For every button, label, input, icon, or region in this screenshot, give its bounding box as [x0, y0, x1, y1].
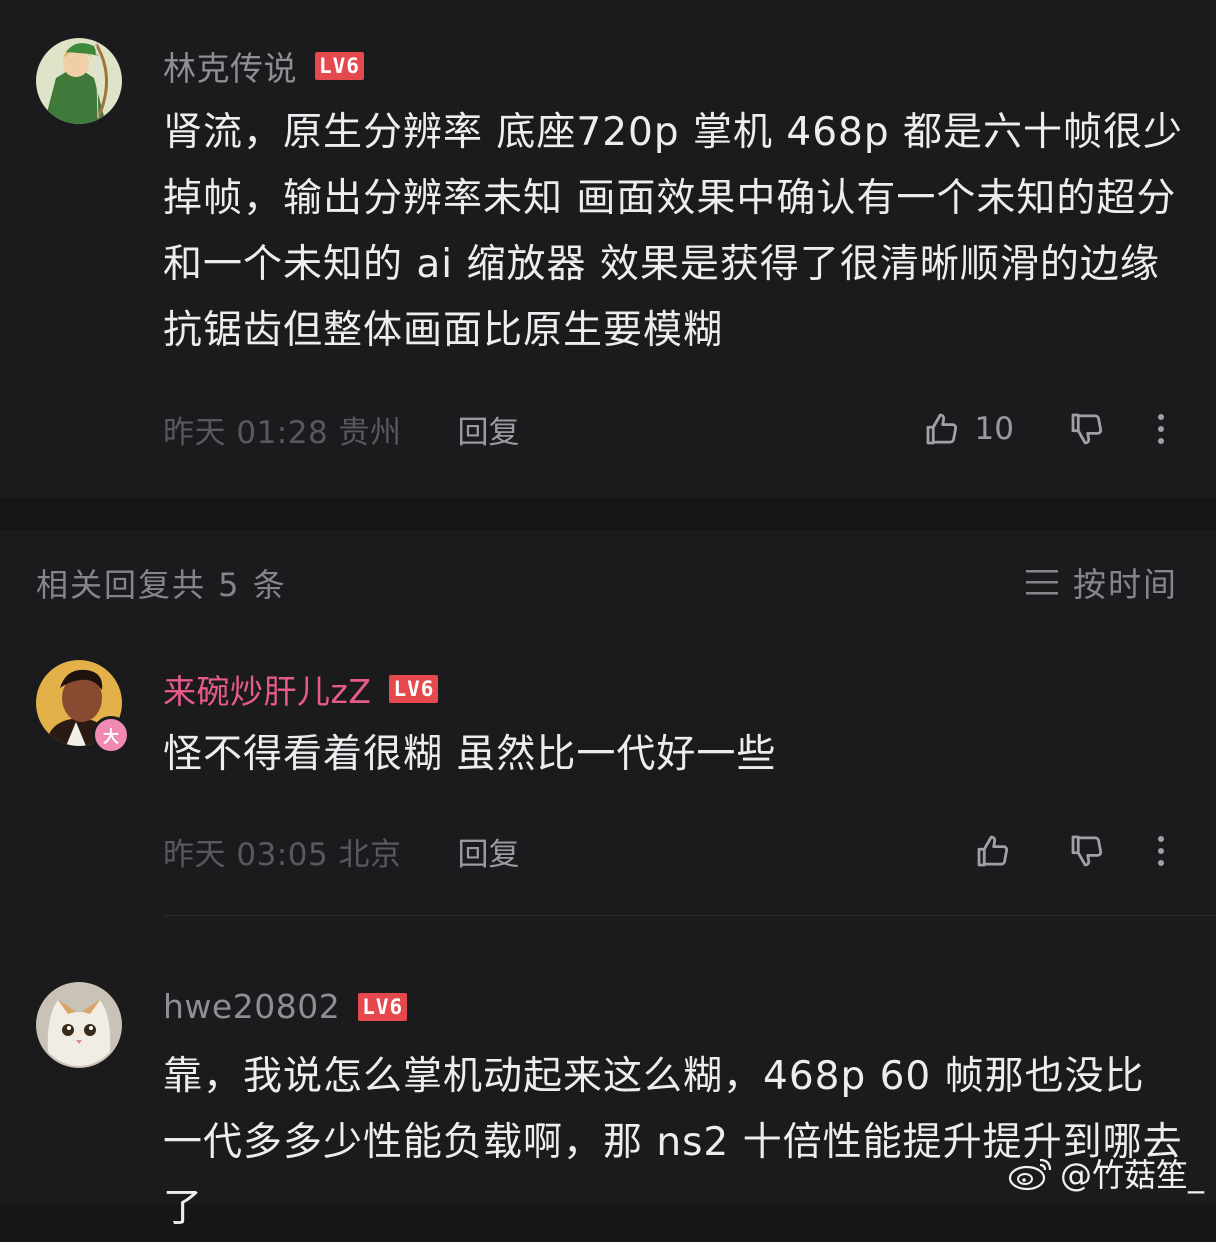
user-avatar[interactable]	[36, 38, 122, 124]
like-button[interactable]	[972, 830, 1014, 872]
like-button[interactable]: 10	[921, 408, 1014, 450]
vip-badge: 大	[92, 716, 130, 754]
reply-username[interactable]: hwe20802	[163, 987, 340, 1026]
comment-actions: 10	[921, 406, 1216, 452]
reply-button[interactable]: 回复	[458, 407, 520, 452]
sort-label: 按时间	[1073, 565, 1178, 604]
dislike-button[interactable]	[1066, 408, 1108, 450]
cat-avatar-icon	[36, 982, 122, 1068]
main-comment-card: 林克传说 LV6 肾流，原生分辨率 底座720p 掌机 468p 都是六十帧很少…	[0, 0, 1216, 498]
more-button[interactable]	[1156, 833, 1166, 869]
user-row: 林克传说 LV6	[163, 42, 364, 90]
more-vertical-icon	[1158, 836, 1164, 866]
reply-user-row: hwe20802 LV6	[163, 987, 408, 1026]
menu-icon	[1026, 570, 1058, 595]
watermark-text: @竹菇笙_	[1059, 1156, 1204, 1194]
thumbs-up-icon	[977, 835, 1009, 867]
reply-meta: 昨天 03:05 北京 回复	[163, 828, 520, 874]
username[interactable]: 林克传说	[163, 42, 297, 90]
replies-section: 相关回复共 5 条 按时间 大 来碗炒肝儿zZ LV6 怪不得看着很糊 虽然比一…	[0, 530, 1216, 1231]
more-vertical-icon	[1158, 414, 1164, 444]
weibo-logo-icon	[1008, 1158, 1052, 1191]
more-button[interactable]	[1156, 411, 1166, 447]
level-badge: LV6	[389, 675, 439, 703]
reply-text: 怪不得看着很糊 虽然比一代好一些	[163, 732, 777, 777]
level-badge: LV6	[358, 992, 408, 1021]
reply-actions	[972, 828, 1216, 874]
like-count: 10	[974, 411, 1014, 447]
comment-meta: 昨天 01:28 贵州 回复	[163, 406, 520, 452]
dislike-button[interactable]	[1066, 830, 1108, 872]
reply-button[interactable]: 回复	[458, 829, 520, 874]
sort-button[interactable]: 按时间	[1025, 558, 1178, 606]
comment-text: 肾流，原生分辨率 底座720p 掌机 468p 都是六十帧很少掉帧，输出分辨率未…	[163, 110, 1183, 353]
reply-text: 靠，我说怎么掌机动起来这么糊，468p 60 帧那也没比一代多多少性能负载啊，那…	[163, 1054, 1183, 1231]
reply-username[interactable]: 来碗炒肝儿zZ	[163, 665, 371, 713]
watermark: @竹菇笙_	[1008, 1150, 1204, 1196]
timestamp-location: 昨天 03:05 北京	[163, 836, 402, 873]
timestamp-location: 昨天 01:28 贵州	[163, 414, 402, 451]
level-badge: LV6	[315, 52, 364, 80]
replies-count-header: 相关回复共 5 条	[36, 566, 287, 604]
thumbs-down-icon	[1071, 835, 1103, 867]
thumbs-up-icon	[926, 413, 957, 445]
divider	[163, 915, 1216, 916]
anime-archer-avatar-icon	[36, 38, 122, 124]
reply-avatar[interactable]	[36, 982, 122, 1068]
reply-user-row: 来碗炒肝儿zZ LV6	[163, 665, 439, 713]
thumbs-down-icon	[1071, 413, 1103, 445]
